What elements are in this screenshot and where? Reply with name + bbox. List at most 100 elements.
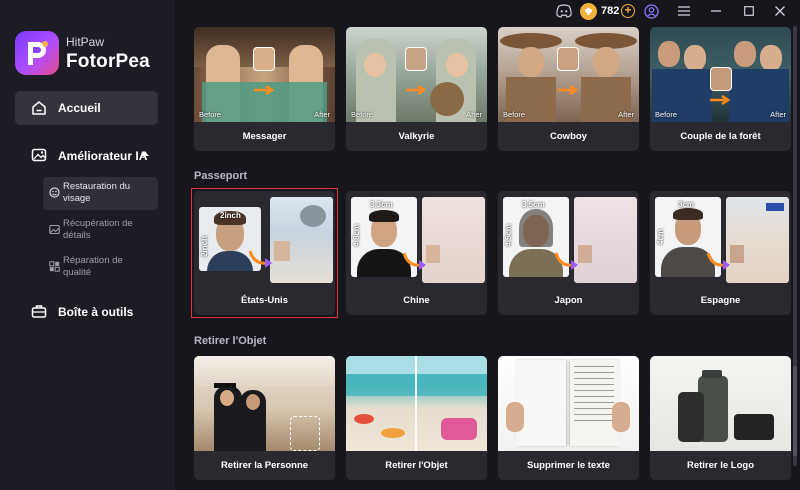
source-face-thumbnail (710, 67, 732, 91)
nav-toolbox-label: Boîte à outils (58, 305, 134, 319)
tool-label: Retirer l'Objet (385, 460, 448, 471)
label-line-1: Restauration du (63, 181, 131, 192)
image-enhance-icon (31, 148, 47, 162)
arrow-curved-icon (248, 250, 272, 268)
after-tag: After (314, 110, 330, 119)
passport-document (422, 197, 485, 283)
height-dimension: 4.5cm (504, 224, 513, 247)
label-line-2: qualité (63, 267, 91, 278)
template-card-cowboy[interactable]: Before After Cowboy (498, 27, 639, 151)
passport-thumbnail: 3.5cm 4.5cm (498, 191, 639, 286)
tool-label: Retirer la Personne (220, 460, 309, 471)
arrow-right-icon (558, 85, 579, 95)
template-card-valkyrie[interactable]: Before After Valkyrie (346, 27, 487, 151)
before-tag: Before (503, 110, 526, 119)
source-face-thumbnail (557, 47, 579, 71)
scrollbar[interactable] (793, 26, 797, 466)
passport-thumbnail: 3cm 4cm (650, 191, 791, 286)
passport-thumbnail: 3.3cm 4.8cm (346, 191, 487, 286)
before-tag: Before (199, 110, 222, 119)
template-card-messenger[interactable]: Before After Messager (194, 27, 335, 151)
width-dimension: 3cm (678, 200, 695, 209)
app-window: HitPaw FotorPea Accueil Améliorateur IA (0, 0, 800, 490)
tool-label: Retirer le Logo (686, 460, 755, 471)
template-label: Messager (242, 131, 287, 142)
width-dimension: 3.3cm (370, 200, 393, 209)
tool-thumbnail (498, 356, 639, 451)
arrow-curved-icon (554, 252, 578, 270)
height-dimension: 4cm (656, 229, 665, 246)
template-label: Couple de la forêt (680, 131, 761, 142)
template-label: Valkyrie (398, 131, 435, 142)
home-icon (32, 101, 46, 115)
tool-card-remove-person[interactable]: Retirer la Personne (194, 356, 335, 480)
label-line-1: Récupération de (63, 218, 133, 229)
template-label: Cowboy (550, 131, 587, 142)
section-title-remove-object: Retirer l'Objet (194, 335, 267, 347)
tool-thumbnail (194, 356, 335, 451)
label-line-2: visage (63, 193, 91, 204)
nav-ai-enhancer-label: Améliorateur IA (58, 149, 148, 163)
tool-label: Supprimer le texte (527, 460, 610, 471)
before-tag: Before (351, 110, 374, 119)
template-thumbnail: Before After (194, 27, 335, 122)
sidebar-item-label: Réparation de qualité (63, 255, 123, 279)
tool-card-remove-text[interactable]: Supprimer le texte (498, 356, 639, 480)
sidebar-item-label: Restauration du visage (63, 181, 130, 205)
arrow-right-icon (406, 85, 427, 95)
template-card-forest-couple[interactable]: Before After Couple de la forêt (650, 27, 791, 151)
tool-thumbnail (346, 356, 487, 451)
arrow-curved-icon (402, 252, 426, 270)
sidebar-item-detail-recovery[interactable]: Récupération de détails (43, 215, 158, 245)
tool-card-remove-logo[interactable]: Retirer le Logo (650, 356, 791, 480)
sidebar-item-label: Récupération de détails (63, 218, 133, 242)
template-label: États-Unis (241, 295, 288, 306)
brand-product: FotorPea (66, 51, 150, 72)
after-tag: After (770, 110, 786, 119)
passport-document (726, 197, 789, 283)
after-tag: After (466, 110, 482, 119)
arrow-right-icon (254, 85, 275, 95)
scrollbar-thumb[interactable] (793, 366, 797, 456)
tool-thumbnail (650, 356, 791, 451)
app-logo-icon (15, 31, 59, 75)
passport-thumbnail: 2inch 2inch (194, 191, 335, 286)
template-thumbnail: Before After (650, 27, 791, 122)
nav-ai-enhancer[interactable]: Améliorateur IA (15, 141, 158, 169)
passport-card-japan[interactable]: 3.5cm 4.5cm Japon (498, 191, 639, 315)
nav-home-label: Accueil (58, 101, 101, 115)
width-dimension: 2inch (220, 211, 241, 220)
toolbox-icon (31, 305, 47, 318)
source-face-thumbnail (405, 47, 427, 71)
sidebar-item-quality-repair[interactable]: Réparation de qualité (43, 252, 158, 282)
arrow-curved-icon (706, 252, 730, 270)
tool-card-remove-object[interactable]: Retirer l'Objet (346, 356, 487, 480)
nav-home[interactable]: Accueil (15, 91, 158, 125)
sidebar: HitPaw FotorPea Accueil Améliorateur IA (0, 0, 174, 490)
image-icon (49, 224, 60, 235)
template-thumbnail: Before After (498, 27, 639, 122)
template-label: Japon (554, 295, 583, 306)
height-dimension: 4.8cm (352, 224, 361, 247)
width-dimension: 3.5cm (522, 200, 545, 209)
template-label: Chine (403, 295, 430, 306)
source-face-thumbnail (253, 47, 275, 71)
passport-card-usa[interactable]: 2inch 2inch États-Unis (194, 191, 335, 315)
section-title-passport: Passeport (194, 170, 248, 182)
label-line-2: détails (63, 230, 91, 241)
label-line-1: Réparation de (63, 255, 123, 266)
template-label: Espagne (700, 295, 741, 306)
template-thumbnail: Before After (346, 27, 487, 122)
nav-toolbox[interactable]: Boîte à outils (15, 297, 158, 325)
face-icon (49, 187, 60, 198)
passport-card-china[interactable]: 3.3cm 4.8cm Chine (346, 191, 487, 315)
chevron-up-icon (141, 151, 149, 156)
sidebar-item-face-restoration[interactable]: Restauration du visage (43, 177, 158, 210)
passport-document (270, 197, 333, 283)
after-tag: After (618, 110, 634, 119)
quality-icon (49, 261, 60, 272)
passport-card-spain[interactable]: 3cm 4cm Espagne (650, 191, 791, 315)
passport-document (574, 197, 637, 283)
main-content: Before After Messager Before After Valky… (174, 0, 800, 490)
arrow-right-icon (710, 95, 731, 105)
